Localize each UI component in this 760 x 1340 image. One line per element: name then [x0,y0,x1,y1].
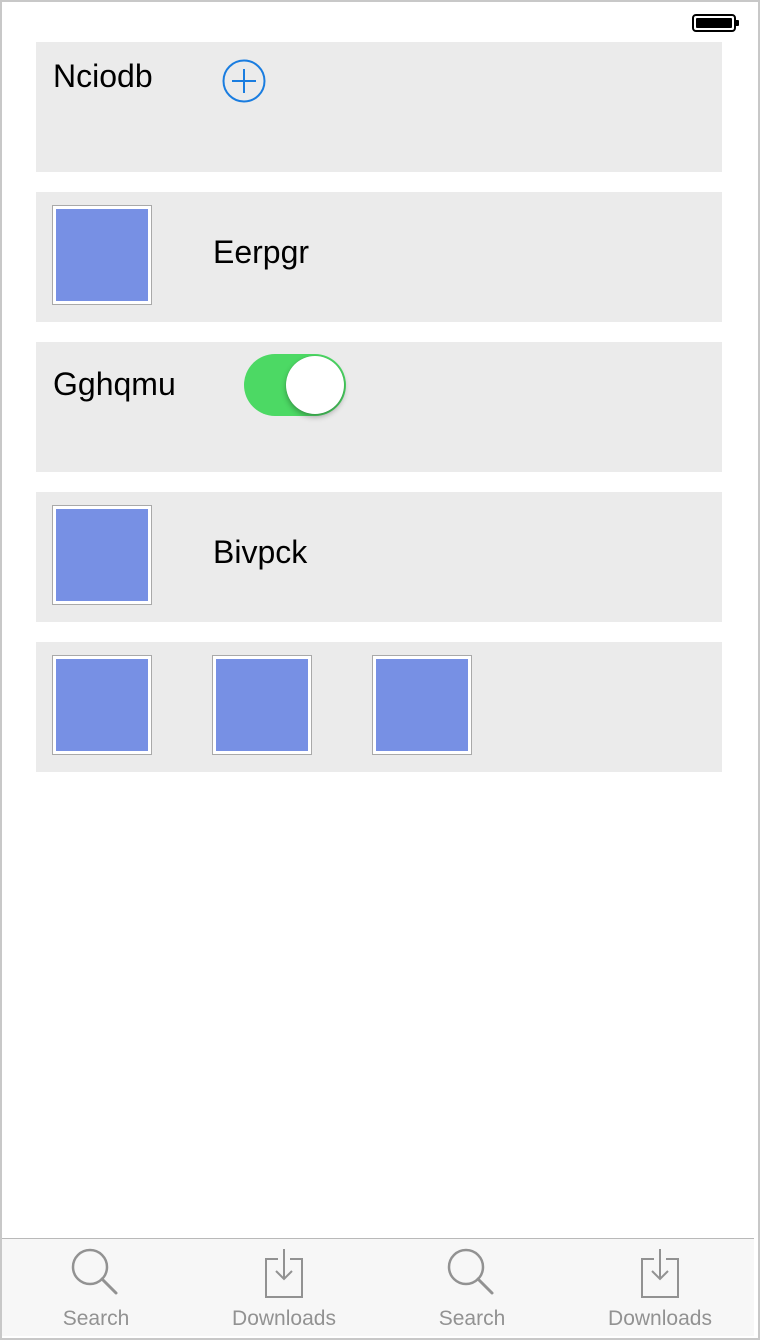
card-eerpgr[interactable]: Eerpgr [36,192,722,322]
tab-bar: Search Downloads Search Downloads [2,1238,754,1336]
tab-downloads[interactable]: Downloads [190,1239,378,1336]
tab-label: Search [62,1307,130,1330]
tab-label: Search [438,1307,506,1330]
download-icon [632,1245,688,1301]
card-label-eerpgr: Eerpgr [213,234,310,270]
tab-search[interactable]: Search [2,1239,190,1336]
tab-search[interactable]: Search [378,1239,566,1336]
app-frame: Nciodb Eerpgr Gghqmu Bivpck [0,0,760,1340]
search-icon [444,1245,500,1301]
gallery-image[interactable] [212,655,312,755]
card-gghqmu: Gghqmu [36,342,722,472]
card-nciodb: Nciodb [36,42,722,172]
image-placeholder [52,205,152,305]
download-icon [256,1245,312,1301]
tab-label: Downloads [232,1307,336,1330]
plus-circle-icon[interactable] [222,59,266,103]
toggle-knob [286,356,344,414]
card-label-bivpck: Bivpck [213,534,308,570]
gghqmu-toggle[interactable] [244,354,346,416]
tab-downloads[interactable]: Downloads [566,1239,754,1336]
card-label-nciodb: Nciodb [53,58,153,94]
search-icon [68,1245,124,1301]
card-label-gghqmu: Gghqmu [53,366,176,402]
card-gallery [36,642,722,772]
gallery-image[interactable] [52,655,152,755]
card-bivpck[interactable]: Bivpck [36,492,722,622]
tab-label: Downloads [608,1307,712,1330]
battery-full-icon [692,14,739,32]
image-placeholder [52,505,152,605]
gallery-image[interactable] [372,655,472,755]
